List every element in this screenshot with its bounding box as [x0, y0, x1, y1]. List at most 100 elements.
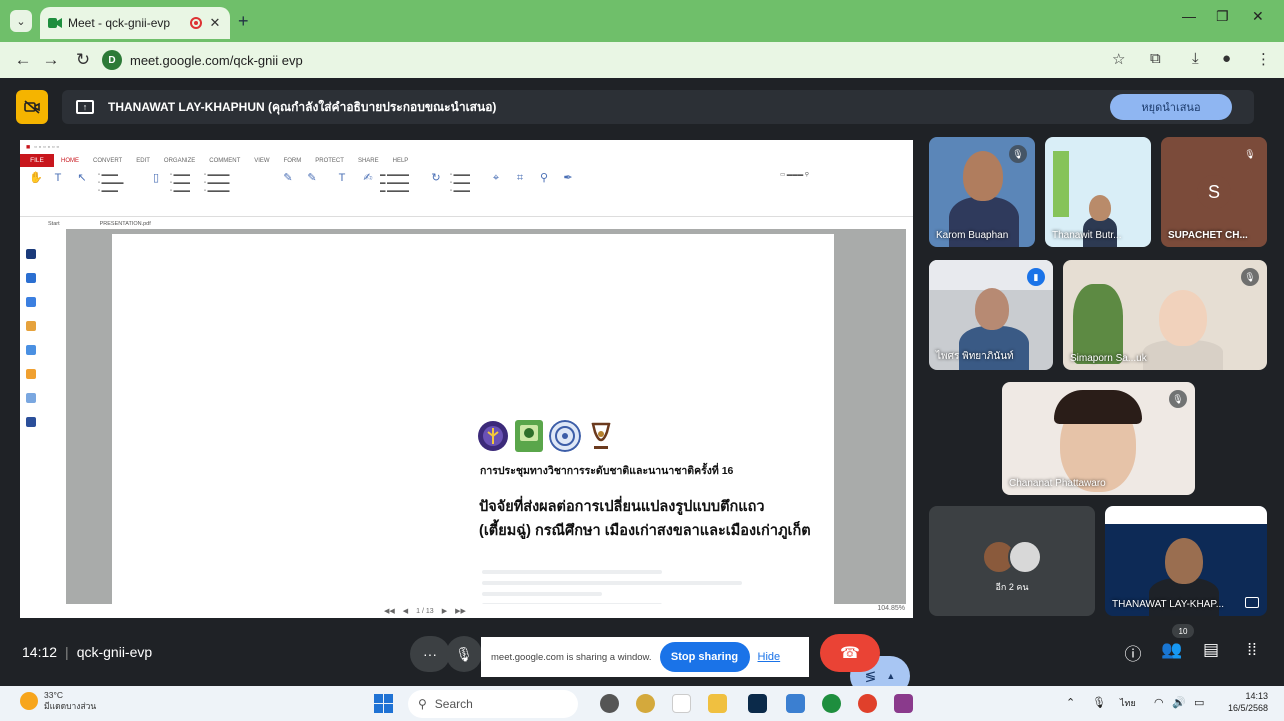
next-page-icon[interactable]: ▶: [442, 607, 447, 615]
file-explorer-icon[interactable]: [708, 694, 727, 713]
wifi-icon[interactable]: ◠: [1154, 696, 1164, 709]
pointer-icon: ↖: [77, 172, 87, 184]
security-tool-icon[interactable]: [26, 369, 36, 379]
chat-icon[interactable]: ▤: [1199, 640, 1223, 660]
profile-icon[interactable]: ●: [1222, 50, 1231, 67]
back-icon[interactable]: ←: [12, 50, 34, 70]
hand-tool-button[interactable]: ✋: [24, 171, 48, 187]
windows-start-icon[interactable]: [374, 694, 393, 713]
omnibox[interactable]: D meet.google.com/qck-gnii evp: [102, 46, 1102, 74]
taskbar-search[interactable]: ⚲ Search: [408, 690, 578, 718]
app-icon-8[interactable]: [858, 694, 877, 713]
bookmark-star-icon[interactable]: ☆: [1112, 50, 1125, 68]
ribbon-tab-form[interactable]: FORM: [277, 158, 309, 164]
battery-icon[interactable]: ▭: [1194, 696, 1204, 709]
ribbon-tab-protect[interactable]: PROTECT: [308, 158, 351, 164]
minimize-icon[interactable]: —: [1182, 8, 1196, 24]
meeting-details-icon[interactable]: ⓘ: [1121, 640, 1145, 665]
select-text-button[interactable]: T: [46, 171, 70, 187]
ribbon-tab-share[interactable]: SHARE: [351, 158, 386, 164]
new-tab-icon[interactable]: +: [238, 11, 249, 32]
ribbon-search[interactable]: ▭ ▬▬▬ ⚲: [780, 171, 809, 179]
ocr-button[interactable]: ⌗: [508, 171, 532, 187]
window-close-icon[interactable]: ✕: [1252, 8, 1264, 25]
hide-notice-link[interactable]: Hide: [758, 651, 781, 663]
first-page-icon[interactable]: ◀◀: [384, 607, 395, 615]
chrome-icon[interactable]: [822, 694, 841, 713]
stop-presenting-button[interactable]: หยุดนำเสนอ: [1110, 94, 1232, 120]
page-number[interactable]: 1 / 13: [416, 608, 434, 615]
participant-tile-supachet[interactable]: S 🎙 SUPACHET CH...: [1161, 137, 1267, 247]
doc-tab-start[interactable]: Start: [48, 221, 60, 227]
more-options-button[interactable]: ···: [410, 636, 450, 672]
app-icon-6[interactable]: [786, 694, 805, 713]
participant-tile-thanawat[interactable]: THANAWAT LAY-KHAP...: [1105, 506, 1267, 616]
prev-page-icon[interactable]: ◀: [403, 607, 408, 615]
mic-button[interactable]: 🎙: [446, 636, 482, 672]
camera-off-icon[interactable]: [16, 90, 48, 124]
ribbon-tab-convert[interactable]: CONVERT: [86, 158, 129, 164]
end-call-button[interactable]: ☎: [820, 634, 880, 672]
ribbon-tab-comment[interactable]: COMMENT: [202, 158, 247, 164]
participant-tile-chananat[interactable]: 🎙 Chananat Phattawaro: [1002, 382, 1195, 495]
forward-icon[interactable]: →: [40, 50, 62, 70]
ribbon-tab-view[interactable]: VIEW: [247, 158, 276, 164]
reload-icon[interactable]: ↻: [72, 50, 94, 70]
edit-text-button[interactable]: ✎: [276, 171, 300, 187]
taskbar-clock[interactable]: 14:13 16/5/2568: [1222, 690, 1268, 714]
last-page-icon[interactable]: ▶▶: [455, 607, 466, 615]
input-language[interactable]: ไทย: [1120, 696, 1136, 710]
app-logo-icon: ■: [26, 143, 31, 151]
app-icon-9[interactable]: [894, 694, 913, 713]
weather-widget[interactable]: 33°C มีแดดบางส่วน: [20, 690, 96, 712]
app-icon-1[interactable]: [600, 694, 619, 713]
restore-icon[interactable]: ❐: [1216, 8, 1229, 25]
participant-tile-paisorn[interactable]: ▮ ไพศร พิทยาภินันท์: [929, 260, 1053, 370]
suspect-results-button[interactable]: ⚲: [532, 171, 556, 187]
rotate-page-button[interactable]: ↻: [424, 171, 448, 187]
volume-icon[interactable]: 🔊: [1172, 696, 1186, 709]
url-text[interactable]: meet.google.com/qck-gnii evp: [130, 53, 303, 68]
quick-scan-button[interactable]: ⌖: [484, 171, 508, 187]
site-info-icon[interactable]: D: [102, 50, 122, 70]
tab-search-icon[interactable]: ⌄: [10, 10, 32, 32]
ribbon-tab-organize[interactable]: ORGANIZE: [157, 158, 202, 164]
activities-icon[interactable]: ⁞⁞: [1240, 640, 1264, 660]
tray-mic-icon[interactable]: 🎙: [1092, 696, 1106, 709]
pip-icon[interactable]: [1245, 597, 1259, 608]
tray-chevron-up-icon[interactable]: ⌃: [1066, 696, 1075, 709]
typewriter-button[interactable]: T: [330, 171, 354, 187]
participant-tile-karom[interactable]: 🎙 Karom Buaphan: [929, 137, 1035, 247]
bookmark-tool-icon[interactable]: [26, 249, 36, 259]
zoom-level[interactable]: 104.85%: [877, 605, 905, 612]
people-icon[interactable]: 👥: [1160, 640, 1184, 660]
attachment-tool-icon[interactable]: [26, 345, 36, 355]
ribbon-tab-home[interactable]: HOME: [54, 158, 86, 164]
tab-meet[interactable]: Meet - qck-gnii-evp ✕: [40, 7, 230, 39]
edit-object-button[interactable]: ✎: [300, 171, 324, 187]
ribbon-tab-edit[interactable]: EDIT: [129, 158, 157, 164]
note-button[interactable]: ✍: [356, 171, 380, 187]
destinations-tool-icon[interactable]: [26, 393, 36, 403]
actual-size-button[interactable]: ▯: [144, 171, 168, 187]
app-icon-3[interactable]: [672, 694, 691, 713]
participant-tile-simaporn[interactable]: 🎙 Simaporn Sa...uk: [1063, 260, 1267, 370]
ribbon-tab-help[interactable]: HELP: [386, 158, 416, 164]
participant-tile-thanawit[interactable]: Thanawit Butr...: [1045, 137, 1151, 247]
pages-tool-icon[interactable]: [26, 273, 36, 283]
layers-tool-icon[interactable]: [26, 297, 36, 307]
tab-close-icon[interactable]: ✕: [208, 15, 222, 31]
app-icon-2[interactable]: [636, 694, 655, 713]
extensions-icon[interactable]: ⧉: [1150, 50, 1161, 67]
more-participants-tile[interactable]: อีก 2 คน: [929, 506, 1095, 616]
photoshop-icon[interactable]: [748, 694, 767, 713]
doc-tab-presentation[interactable]: PRESENTATION.pdf: [100, 221, 151, 227]
download-icon[interactable]: ⤓: [1192, 50, 1199, 67]
select-annotation-button[interactable]: ↖: [70, 171, 94, 187]
signatures-tool-icon[interactable]: [26, 417, 36, 427]
browser-menu-icon[interactable]: ⋮: [1256, 50, 1271, 68]
ribbon-tab-file[interactable]: FILE: [20, 154, 54, 167]
stop-sharing-button[interactable]: Stop sharing: [659, 642, 750, 672]
comments-tool-icon[interactable]: [26, 321, 36, 331]
pdf-sign-button[interactable]: ✒: [556, 171, 580, 187]
